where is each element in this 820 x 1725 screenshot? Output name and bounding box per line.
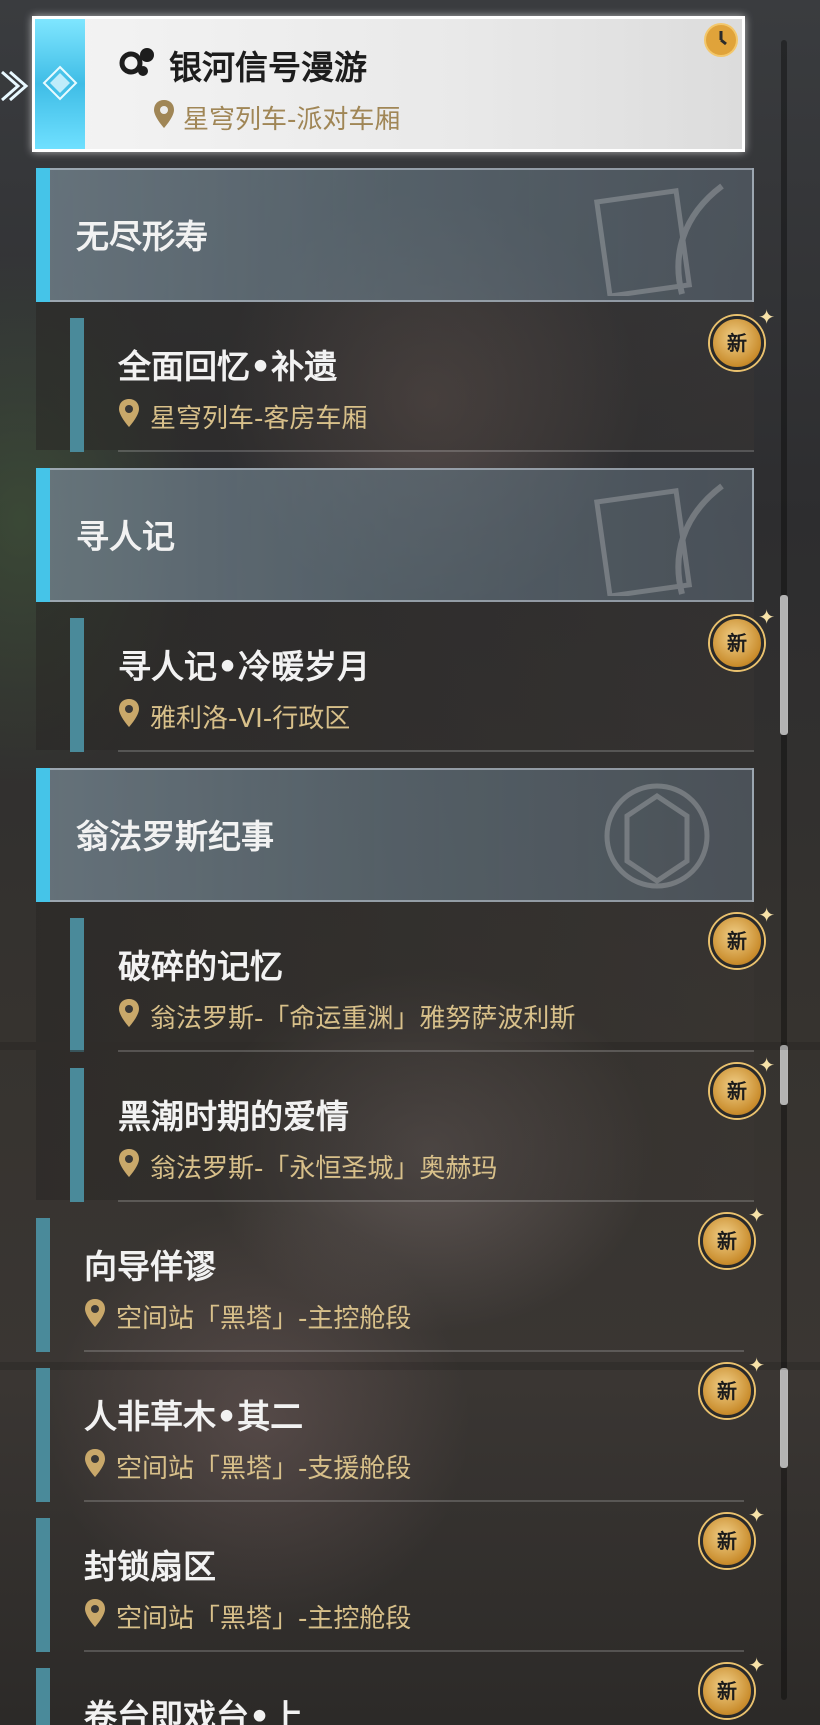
galaxy-signal-icon xyxy=(119,48,154,76)
group-header-3[interactable]: 翁法罗斯纪事 xyxy=(36,768,754,902)
location-pin-icon xyxy=(119,999,139,1027)
header-accent xyxy=(36,168,50,302)
selected-mission-card[interactable]: 银河信号漫游 星穹列车-派对车厢 xyxy=(32,16,745,152)
mission-location: 翁法罗斯-「命运重渊」雅努萨波利斯 xyxy=(150,1004,576,1034)
new-badge: 新 ✦ xyxy=(710,1055,775,1118)
new-badge: 新 ✦ xyxy=(700,1205,765,1268)
new-badge-label: 新 xyxy=(727,1079,747,1103)
item-accent-bar xyxy=(70,918,84,1052)
item-divider xyxy=(84,1650,744,1652)
sparkle-icon: ✦ xyxy=(758,305,775,329)
item-accent-bar xyxy=(36,1518,50,1652)
sparkle-icon: ✦ xyxy=(758,605,775,629)
item-accent-bar xyxy=(36,1218,50,1352)
mission-title: 破碎的记忆 xyxy=(118,947,283,986)
group-header-2[interactable]: 寻人记 xyxy=(36,468,754,602)
new-badge-label: 新 xyxy=(717,1379,737,1403)
scrollbar-thumb-2[interactable] xyxy=(780,1045,788,1105)
item-divider xyxy=(118,750,754,752)
group-header-1[interactable]: 无尽形寿 xyxy=(36,168,754,302)
item-accent-bar xyxy=(36,1368,50,1502)
new-badge: 新 ✦ xyxy=(700,1655,765,1718)
item-accent-bar xyxy=(70,318,84,452)
sparkle-icon: ✦ xyxy=(758,1053,775,1077)
location-pin-icon xyxy=(85,1449,105,1477)
new-badge-label: 新 xyxy=(727,631,747,655)
selected-mission-location: 星穹列车-派对车厢 xyxy=(183,105,401,135)
selected-mission-title: 银河信号漫游 xyxy=(169,48,367,87)
sparkle-icon: ✦ xyxy=(748,1503,765,1527)
mission-title: 黑潮时期的爱情 xyxy=(118,1097,349,1136)
mission-location: 空间站「黑塔」-主控舱段 xyxy=(116,1604,412,1634)
item-divider xyxy=(118,1200,754,1202)
mission-location: 雅利洛-VI-行政区 xyxy=(150,704,351,734)
location-pin-icon xyxy=(119,1149,139,1177)
group-title: 寻人记 xyxy=(76,517,175,556)
new-badge: 新 ✦ xyxy=(700,1355,765,1418)
new-badge: 新 ✦ xyxy=(710,905,775,968)
new-badge: 新 ✦ xyxy=(710,607,775,670)
mission-location: 空间站「黑塔」-支援舱段 xyxy=(116,1454,412,1484)
sparkle-icon: ✦ xyxy=(758,903,775,927)
book-feather-emblem-icon xyxy=(593,483,724,596)
location-pin-icon xyxy=(119,399,139,427)
scrollbar-thumb-3[interactable] xyxy=(780,1368,788,1468)
selected-card-accent xyxy=(35,19,85,149)
group-title: 无尽形寿 xyxy=(76,217,208,256)
item-divider xyxy=(84,1500,744,1502)
mission-title: 全面回忆•补遗 xyxy=(118,347,338,386)
new-badge: 新 ✦ xyxy=(710,307,775,370)
mission-title: 寻人记•冷暖岁月 xyxy=(118,647,371,686)
sparkle-icon: ✦ xyxy=(748,1653,765,1677)
mission-title: 封锁扇区 xyxy=(84,1547,216,1586)
location-pin-icon xyxy=(154,100,174,128)
new-badge-label: 新 xyxy=(717,1229,737,1253)
mission-location: 翁法罗斯-「永恒圣城」奥赫玛 xyxy=(150,1154,498,1184)
mission-title-clip: 卷台即戏台•上 xyxy=(84,1690,484,1725)
mission-title: 向导佯谬 xyxy=(84,1247,216,1286)
crest-emblem-icon xyxy=(604,783,710,889)
header-accent xyxy=(36,768,50,902)
item-accent-bar xyxy=(70,1068,84,1202)
item-divider xyxy=(118,1050,754,1052)
diamond-icon xyxy=(42,65,78,101)
header-accent xyxy=(36,468,50,602)
new-badge: 新 ✦ xyxy=(700,1505,765,1568)
item-divider xyxy=(118,450,754,452)
new-badge-label: 新 xyxy=(727,331,747,355)
mission-location: 星穹列车-客房车厢 xyxy=(150,404,368,434)
sparkle-icon: ✦ xyxy=(748,1353,765,1377)
selection-pointer-icon xyxy=(1,70,29,102)
book-feather-emblem-icon xyxy=(593,183,724,296)
scrollbar-thumb[interactable] xyxy=(780,595,788,735)
sparkle-icon: ✦ xyxy=(748,1203,765,1227)
clock-icon xyxy=(706,25,736,55)
new-badge-label: 新 xyxy=(717,1529,737,1553)
mission-title: 卷台即戏台•上 xyxy=(84,1697,304,1725)
item-divider xyxy=(84,1350,744,1352)
new-badge-label: 新 xyxy=(717,1679,737,1703)
new-badge-label: 新 xyxy=(727,929,747,953)
item-accent-bar xyxy=(70,618,84,752)
location-pin-icon xyxy=(85,1299,105,1327)
group-title: 翁法罗斯纪事 xyxy=(76,817,274,856)
item-accent-bar xyxy=(36,1668,50,1725)
mission-location: 空间站「黑塔」-主控舱段 xyxy=(116,1304,412,1334)
location-pin-icon xyxy=(85,1599,105,1627)
location-pin-icon xyxy=(119,699,139,727)
mission-title: 人非草木•其二 xyxy=(84,1397,304,1436)
